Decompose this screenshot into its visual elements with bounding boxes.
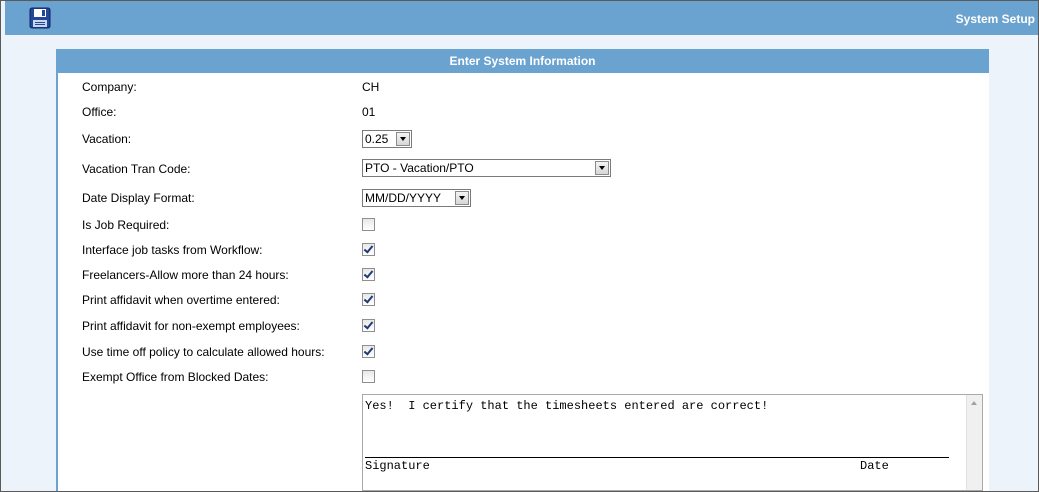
chevron-down-icon: [396, 132, 410, 146]
chevron-down-icon: [595, 161, 609, 175]
affidavit-nonexempt-checkbox[interactable]: [362, 319, 375, 332]
company-label: Company:: [82, 80, 137, 94]
vacation-tran-code-label: Vacation Tran Code:: [82, 162, 191, 176]
affidavit-nonexempt-label: Print affidavit for non-exempt employees…: [82, 319, 300, 333]
vacation-select[interactable]: 0.25: [362, 130, 412, 148]
panel-title: Enter System Information: [56, 49, 989, 73]
job-required-checkbox[interactable]: [362, 218, 375, 231]
exempt-blocked-dates-checkbox[interactable]: [362, 370, 375, 383]
chevron-down-icon: [455, 191, 469, 205]
affidavit-overtime-checkbox[interactable]: [362, 293, 375, 306]
affidavit-textarea[interactable]: Yes! I certify that the timesheets enter…: [362, 394, 983, 491]
signature-label: Signature: [365, 459, 430, 473]
time-off-policy-checkbox[interactable]: [362, 345, 375, 358]
date-display-format-value: MM/DD/YYYY: [365, 191, 442, 205]
office-label: Office:: [82, 105, 117, 119]
affidavit-text: Yes! I certify that the timesheets enter…: [365, 399, 769, 413]
interface-workflow-label: Interface job tasks from Workflow:: [82, 243, 263, 257]
date-display-format-select[interactable]: MM/DD/YYYY: [362, 189, 471, 207]
company-value: CH: [362, 80, 380, 94]
date-label: Date: [860, 459, 889, 473]
vacation-select-value: 0.25: [365, 132, 389, 146]
vacation-tran-code-value: PTO - Vacation/PTO: [365, 161, 474, 175]
vacation-label: Vacation:: [82, 132, 132, 146]
interface-workflow-checkbox[interactable]: [362, 243, 375, 256]
signature-line: [365, 457, 949, 458]
job-required-label: Is Job Required:: [82, 218, 170, 232]
save-disk-icon: [29, 7, 51, 29]
affidavit-overtime-label: Print affidavit when overtime entered:: [82, 293, 280, 307]
office-value: 01: [362, 105, 376, 119]
page-title: System Setup: [955, 12, 1035, 26]
exempt-blocked-dates-label: Exempt Office from Blocked Dates:: [82, 370, 269, 384]
vacation-tran-code-select[interactable]: PTO - Vacation/PTO: [362, 159, 611, 177]
scroll-up-arrow-icon[interactable]: [971, 401, 977, 405]
time-off-policy-label: Use time off policy to calculate allowed…: [82, 345, 325, 359]
freelancers-24h-checkbox[interactable]: [362, 268, 375, 281]
freelancers-24h-label: Freelancers-Allow more than 24 hours:: [82, 268, 289, 282]
textarea-scrollbar[interactable]: [966, 395, 982, 490]
window-frame: System Setup Enter System Information Co…: [0, 0, 1039, 492]
date-display-format-label: Date Display Format:: [82, 191, 195, 205]
save-button[interactable]: [29, 7, 51, 29]
top-toolbar: System Setup: [5, 1, 1038, 35]
